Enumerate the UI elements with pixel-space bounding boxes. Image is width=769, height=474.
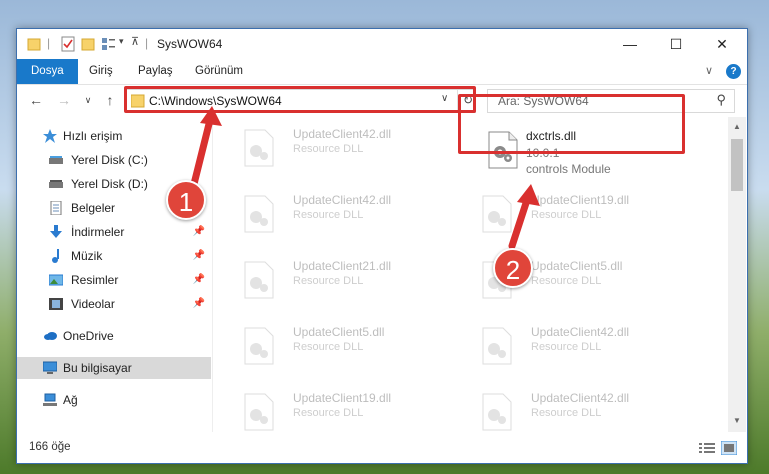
step-2-badge: 2 — [493, 248, 533, 288]
callout-arrows — [190, 106, 540, 250]
arrow-1-shaft — [190, 116, 214, 188]
arrow-2-head — [517, 184, 540, 206]
arrow-2-shaft — [508, 196, 531, 250]
arrow-1-head — [200, 106, 222, 126]
step-1-badge: 1 — [166, 180, 206, 220]
